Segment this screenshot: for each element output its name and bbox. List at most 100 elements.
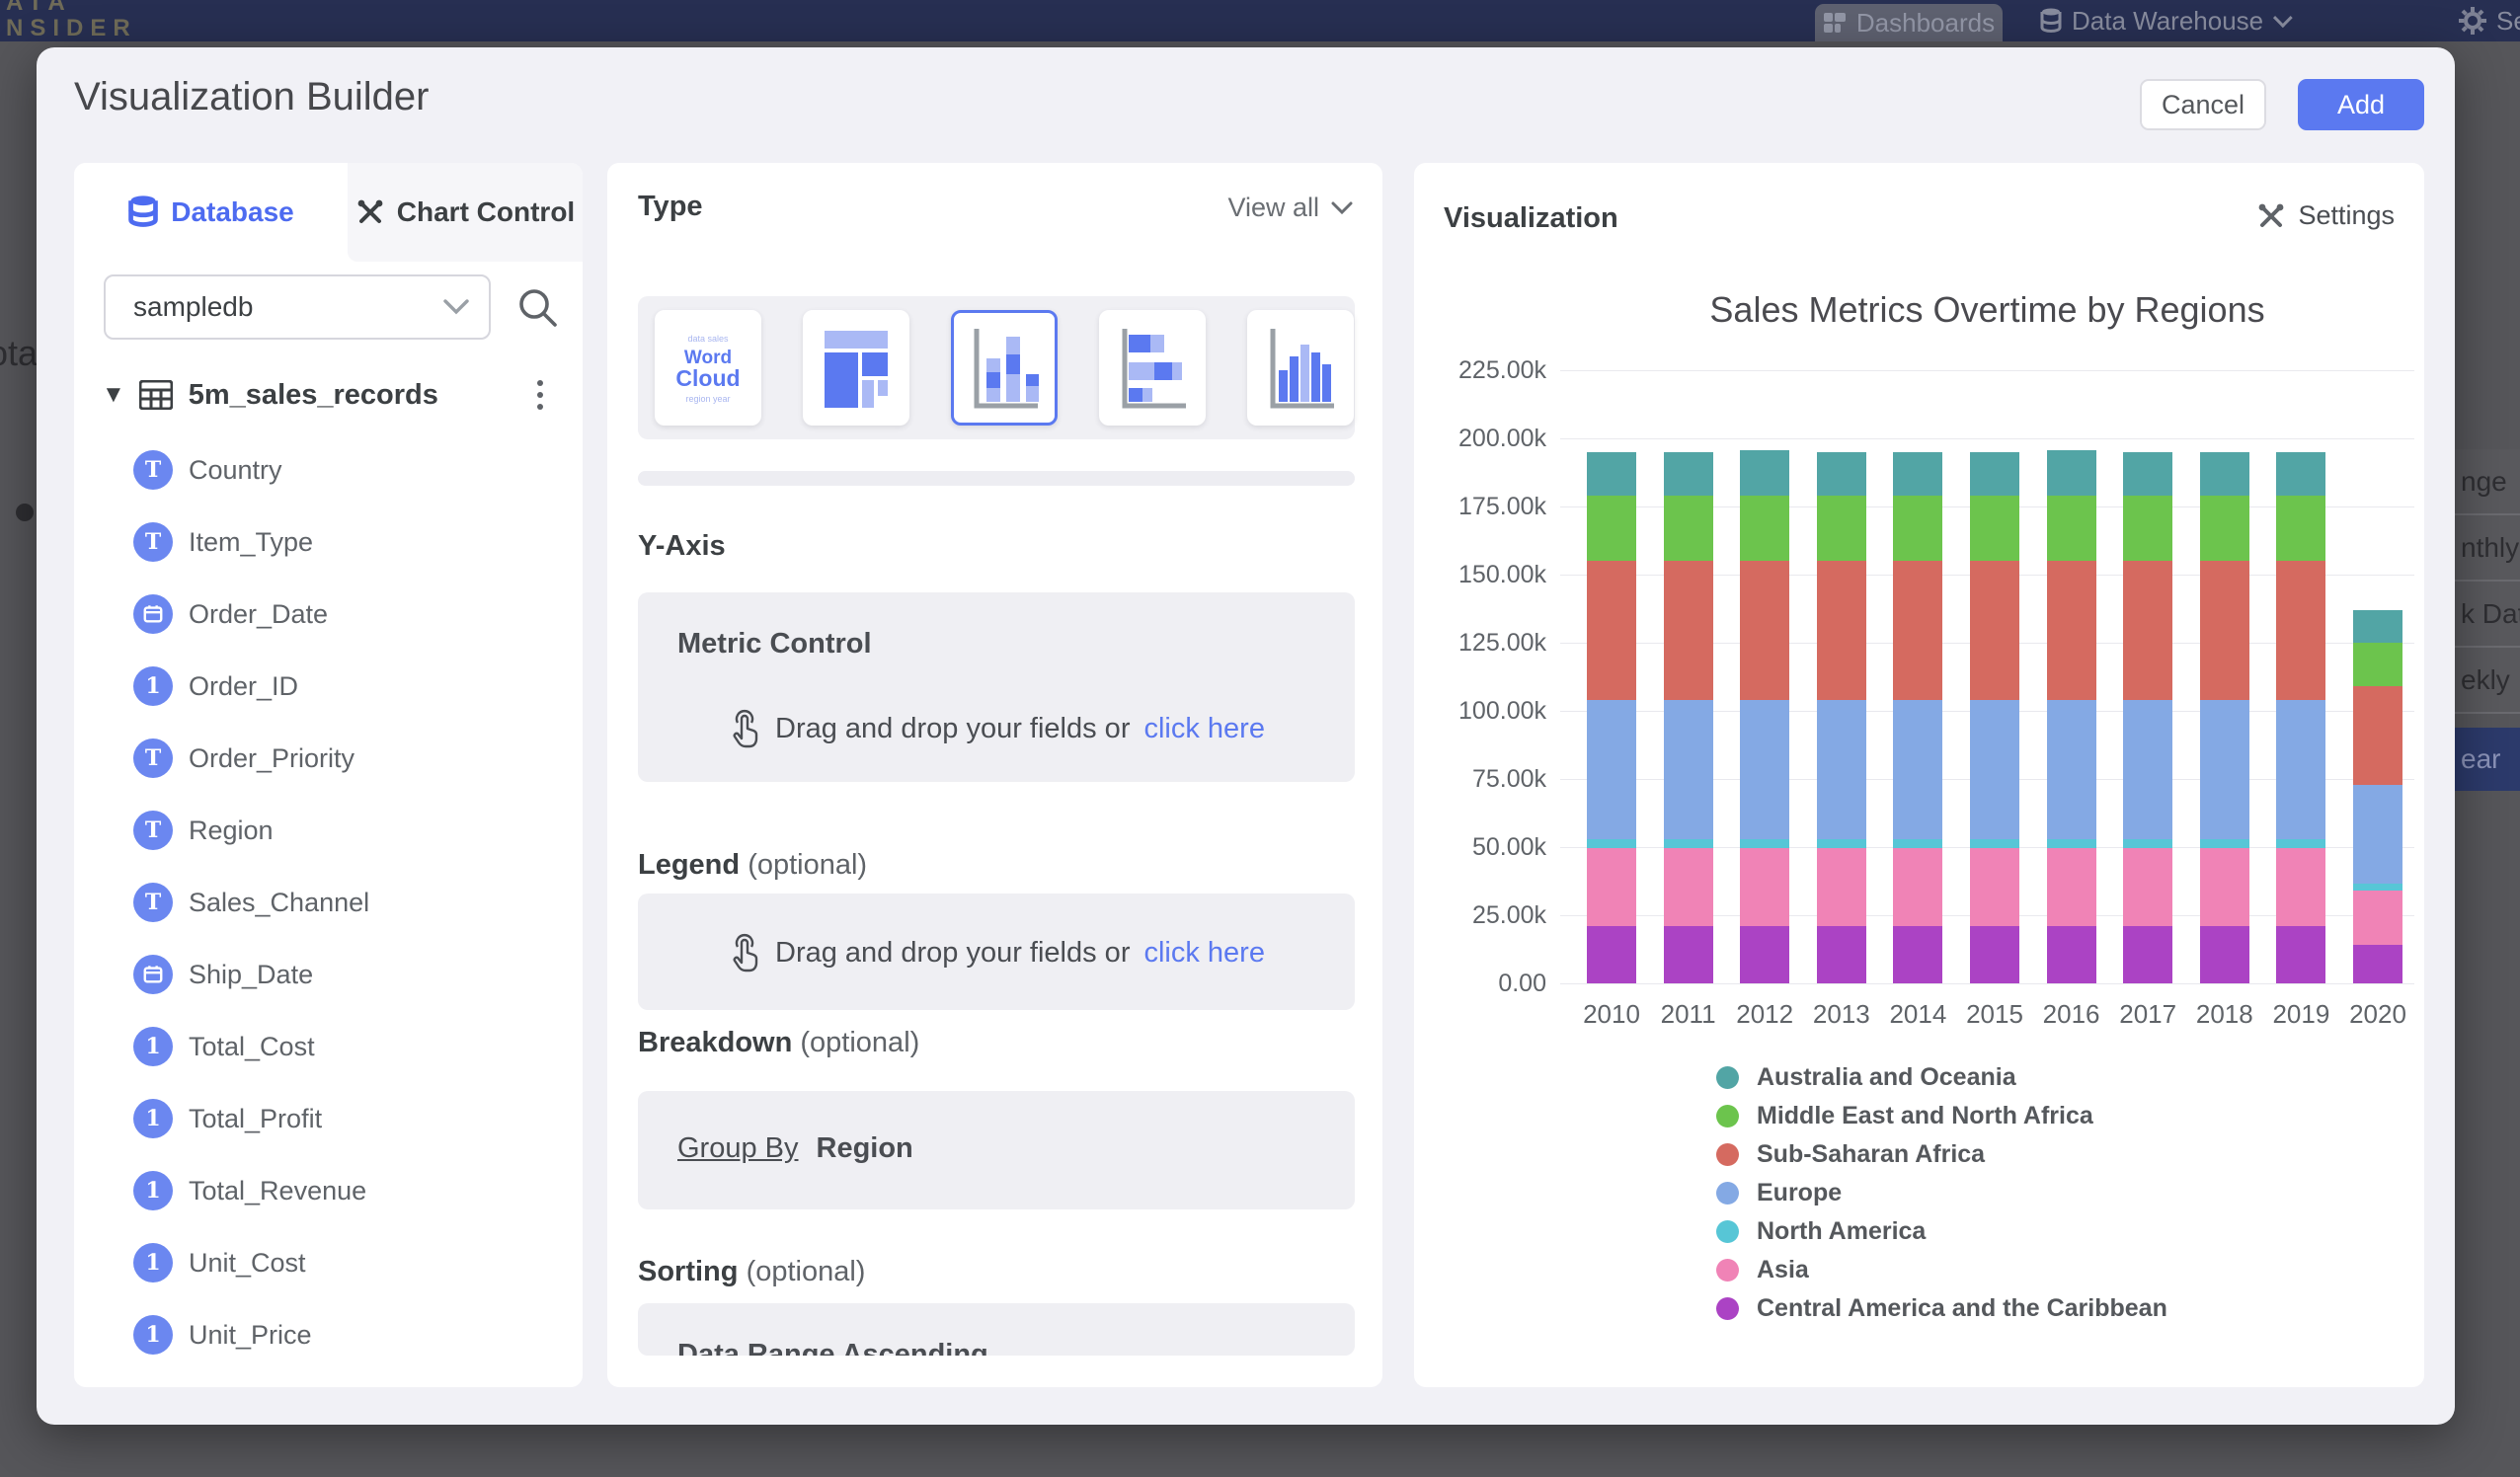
y-axis-header: Y-Axis bbox=[638, 530, 726, 563]
bar-segment bbox=[2047, 700, 2096, 839]
field-item-total_revenue[interactable]: 1Total_Revenue bbox=[74, 1161, 583, 1220]
horizontal-scrollbar[interactable] bbox=[638, 471, 1355, 486]
bar-2013[interactable] bbox=[1817, 452, 1866, 983]
bar-segment bbox=[2276, 561, 2325, 700]
group-by-label[interactable]: Group By bbox=[677, 1132, 799, 1164]
bar-segment bbox=[2123, 848, 2172, 926]
bar-2012[interactable] bbox=[1740, 450, 1789, 983]
metric-control-dropzone[interactable]: Metric Control Drag and drop your fields… bbox=[638, 592, 1355, 782]
cancel-button[interactable]: Cancel bbox=[2140, 79, 2266, 130]
nav-item-settings[interactable]: Setti bbox=[2459, 0, 2520, 41]
legend-item[interactable]: Middle East and North Africa bbox=[1716, 1102, 2093, 1130]
bar-2017[interactable] bbox=[2123, 452, 2172, 983]
nav-item-data-warehouse[interactable]: Data Warehouse bbox=[2040, 0, 2287, 41]
kebab-menu-icon[interactable] bbox=[520, 373, 560, 417]
legend-color-dot bbox=[1716, 1066, 1739, 1089]
breakdown-header: Breakdown (optional) bbox=[638, 1027, 919, 1059]
field-item-ship_date[interactable]: Ship_Date bbox=[74, 945, 583, 1004]
legend-item[interactable]: Australia and Oceania bbox=[1716, 1063, 2016, 1092]
bar-segment bbox=[1740, 839, 1789, 849]
legend-item[interactable]: Europe bbox=[1716, 1179, 1842, 1207]
bar-segment bbox=[1970, 926, 2019, 983]
legend-item[interactable]: Central America and the Caribbean bbox=[1716, 1294, 2167, 1323]
y-axis-tick-label: 100.00k bbox=[1428, 697, 1546, 726]
number-type-icon: 1 bbox=[133, 1243, 173, 1283]
bar-2020[interactable] bbox=[2353, 610, 2402, 983]
text-type-icon: T bbox=[133, 883, 173, 922]
tab-chart-control[interactable]: Chart Control bbox=[348, 163, 583, 262]
tab-database[interactable]: Database bbox=[74, 163, 348, 262]
bar-segment bbox=[2047, 839, 2096, 849]
nav-item-dashboards[interactable]: Dashboards bbox=[1815, 4, 2003, 41]
bar-segment bbox=[1664, 848, 1713, 926]
field-label: Total_Cost bbox=[189, 1032, 315, 1062]
chart-type-stacked-bar[interactable] bbox=[1099, 310, 1206, 426]
bar-2015[interactable] bbox=[1970, 452, 2019, 983]
x-axis-tick-label: 2018 bbox=[2185, 999, 2264, 1030]
date-type-icon bbox=[133, 594, 173, 634]
bar-segment bbox=[2353, 945, 2402, 983]
click-here-link[interactable]: click here bbox=[1143, 937, 1265, 970]
bar-2014[interactable] bbox=[1893, 452, 1942, 983]
bar-2011[interactable] bbox=[1664, 452, 1713, 983]
chart-type-word-cloud[interactable]: data salesWordCloudregion year bbox=[655, 310, 761, 426]
screen: ATA NSIDER Dashboards Data Warehouse Set… bbox=[0, 0, 2520, 1477]
field-item-total_cost[interactable]: 1Total_Cost bbox=[74, 1017, 583, 1076]
breakdown-dropzone[interactable]: Group By Region bbox=[638, 1091, 1355, 1209]
chart-type-stacked-column[interactable] bbox=[951, 310, 1058, 426]
field-item-sales_channel[interactable]: TSales_Channel bbox=[74, 873, 583, 932]
bar-segment bbox=[2047, 561, 2096, 700]
legend-label: Asia bbox=[1757, 1256, 1809, 1284]
drag-drop-text: Drag and drop your fields or bbox=[775, 713, 1130, 745]
bar-segment bbox=[1970, 452, 2019, 496]
bar-segment bbox=[2200, 839, 2249, 849]
legend-label: Middle East and North Africa bbox=[1757, 1102, 2093, 1130]
group-by-row[interactable]: Group By Region bbox=[677, 1132, 913, 1165]
bar-segment bbox=[1664, 926, 1713, 983]
caret-down-icon[interactable]: ▼ bbox=[102, 381, 125, 409]
group-by-value: Region bbox=[817, 1132, 913, 1164]
tap-hand-icon bbox=[728, 933, 761, 972]
legend-item[interactable]: North America bbox=[1716, 1217, 1926, 1246]
drag-drop-text: Drag and drop your fields or bbox=[775, 937, 1130, 970]
settings-control[interactable]: Settings bbox=[2256, 200, 2395, 231]
field-label: Order_Date bbox=[189, 599, 328, 630]
field-item-order_date[interactable]: Order_Date bbox=[74, 584, 583, 644]
bar-segment bbox=[2353, 884, 2402, 891]
bar-2016[interactable] bbox=[2047, 450, 2096, 983]
legend-item[interactable]: Asia bbox=[1716, 1256, 1809, 1284]
field-item-region[interactable]: TRegion bbox=[74, 801, 583, 860]
legend-label: North America bbox=[1757, 1217, 1926, 1246]
nav-label-settings: Setti bbox=[2496, 6, 2520, 37]
y-axis-tick-label: 0.00 bbox=[1428, 970, 1546, 998]
bar-segment bbox=[2123, 700, 2172, 839]
search-icon[interactable] bbox=[516, 286, 560, 330]
field-item-order_id[interactable]: 1Order_ID bbox=[74, 657, 583, 716]
chart-type-treemap[interactable] bbox=[803, 310, 909, 426]
y-axis-tick-label: 75.00k bbox=[1428, 765, 1546, 794]
sorting-dropzone[interactable]: Data Range Ascending bbox=[638, 1303, 1355, 1356]
bar-segment bbox=[1893, 452, 1942, 496]
legend-dropzone[interactable]: Drag and drop your fields or click here bbox=[638, 894, 1355, 1010]
x-axis-tick-label: 2017 bbox=[2108, 999, 2187, 1030]
field-item-total_profit[interactable]: 1Total_Profit bbox=[74, 1089, 583, 1148]
chart-type-column[interactable] bbox=[1247, 310, 1354, 426]
click-here-link[interactable]: click here bbox=[1143, 713, 1265, 745]
table-name[interactable]: 5m_sales_records bbox=[189, 379, 438, 412]
field-item-order_priority[interactable]: TOrder_Priority bbox=[74, 729, 583, 788]
field-item-item_type[interactable]: TItem_Type bbox=[74, 512, 583, 572]
legend-color-dot bbox=[1716, 1182, 1739, 1205]
y-axis-tick-label: 50.00k bbox=[1428, 833, 1546, 862]
bar-2018[interactable] bbox=[2200, 452, 2249, 983]
app-logo: ATA NSIDER bbox=[6, 0, 137, 41]
legend-item[interactable]: Sub-Saharan Africa bbox=[1716, 1140, 1985, 1169]
bar-2010[interactable] bbox=[1587, 452, 1636, 983]
database-select[interactable]: sampledb bbox=[104, 274, 491, 340]
bar-2019[interactable] bbox=[2276, 452, 2325, 983]
field-item-unit_price[interactable]: 1Unit_Price bbox=[74, 1305, 583, 1364]
field-item-unit_cost[interactable]: 1Unit_Cost bbox=[74, 1233, 583, 1292]
field-item-country[interactable]: TCountry bbox=[74, 440, 583, 500]
view-all-control[interactable]: View all bbox=[1227, 193, 1353, 223]
add-button[interactable]: Add bbox=[2298, 79, 2424, 130]
bar-segment bbox=[2047, 848, 2096, 926]
